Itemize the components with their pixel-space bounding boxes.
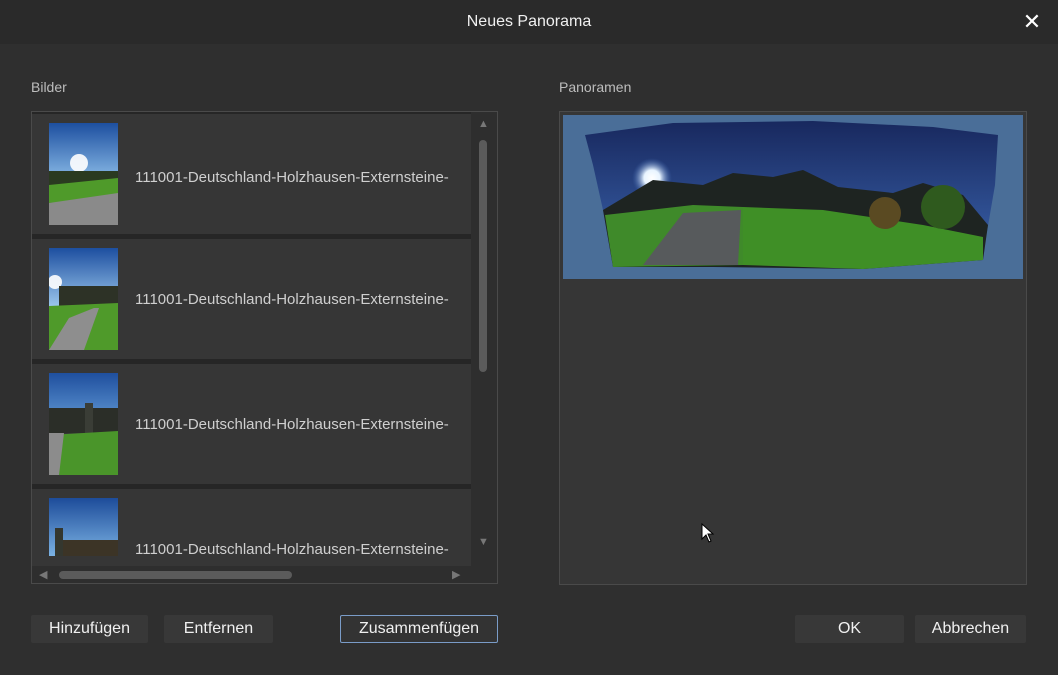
cancel-button[interactable]: Abbrechen xyxy=(915,615,1026,643)
scroll-down-icon[interactable]: ▼ xyxy=(478,536,489,548)
list-item[interactable]: 111001-Deutschland-Holzhausen-Externstei… xyxy=(32,364,472,484)
list-item-label: 111001-Deutschland-Holzhausen-Externstei… xyxy=(135,541,449,558)
ok-button[interactable]: OK xyxy=(795,615,904,643)
horizontal-scroll-thumb[interactable] xyxy=(59,571,292,579)
list-item-label: 111001-Deutschland-Holzhausen-Externstei… xyxy=(135,291,449,308)
image-thumbnail xyxy=(49,498,118,556)
title-bar: Neues Panorama ✕ xyxy=(0,0,1058,44)
image-list[interactable]: 111001-Deutschland-Holzhausen-Externstei… xyxy=(31,111,498,584)
stitch-button[interactable]: Zusammenfügen xyxy=(340,615,498,643)
add-button[interactable]: Hinzufügen xyxy=(31,615,148,643)
vertical-scroll-thumb[interactable] xyxy=(479,140,487,372)
panorama-preview xyxy=(585,121,998,269)
list-item[interactable]: 111001-Deutschland-Holzhausen-Externstei… xyxy=(32,239,472,359)
vertical-scrollbar[interactable]: ▲ ▼ xyxy=(471,112,497,568)
scroll-right-icon[interactable]: ▶ xyxy=(452,568,460,581)
remove-button[interactable]: Entfernen xyxy=(164,615,273,643)
panoramas-section-label: Panoramen xyxy=(559,79,632,95)
mouse-cursor-icon xyxy=(701,522,715,548)
image-thumbnail xyxy=(49,123,118,225)
image-thumbnail xyxy=(49,248,118,350)
window-title: Neues Panorama xyxy=(466,13,592,30)
horizontal-scrollbar[interactable]: ◀ ▶ xyxy=(32,566,497,583)
list-item-label: 111001-Deutschland-Holzhausen-Externstei… xyxy=(135,169,449,186)
panorama-list[interactable] xyxy=(559,111,1027,585)
panorama-item[interactable] xyxy=(563,115,1023,279)
list-item[interactable]: 111001-Deutschland-Holzhausen-Externstei… xyxy=(32,114,472,234)
close-icon[interactable]: ✕ xyxy=(1020,9,1044,34)
images-section-label: Bilder xyxy=(31,79,67,95)
image-thumbnail xyxy=(49,373,118,475)
list-item-label: 111001-Deutschland-Holzhausen-Externstei… xyxy=(135,416,449,433)
scroll-up-icon[interactable]: ▲ xyxy=(478,118,489,130)
scroll-left-icon[interactable]: ◀ xyxy=(39,568,47,581)
